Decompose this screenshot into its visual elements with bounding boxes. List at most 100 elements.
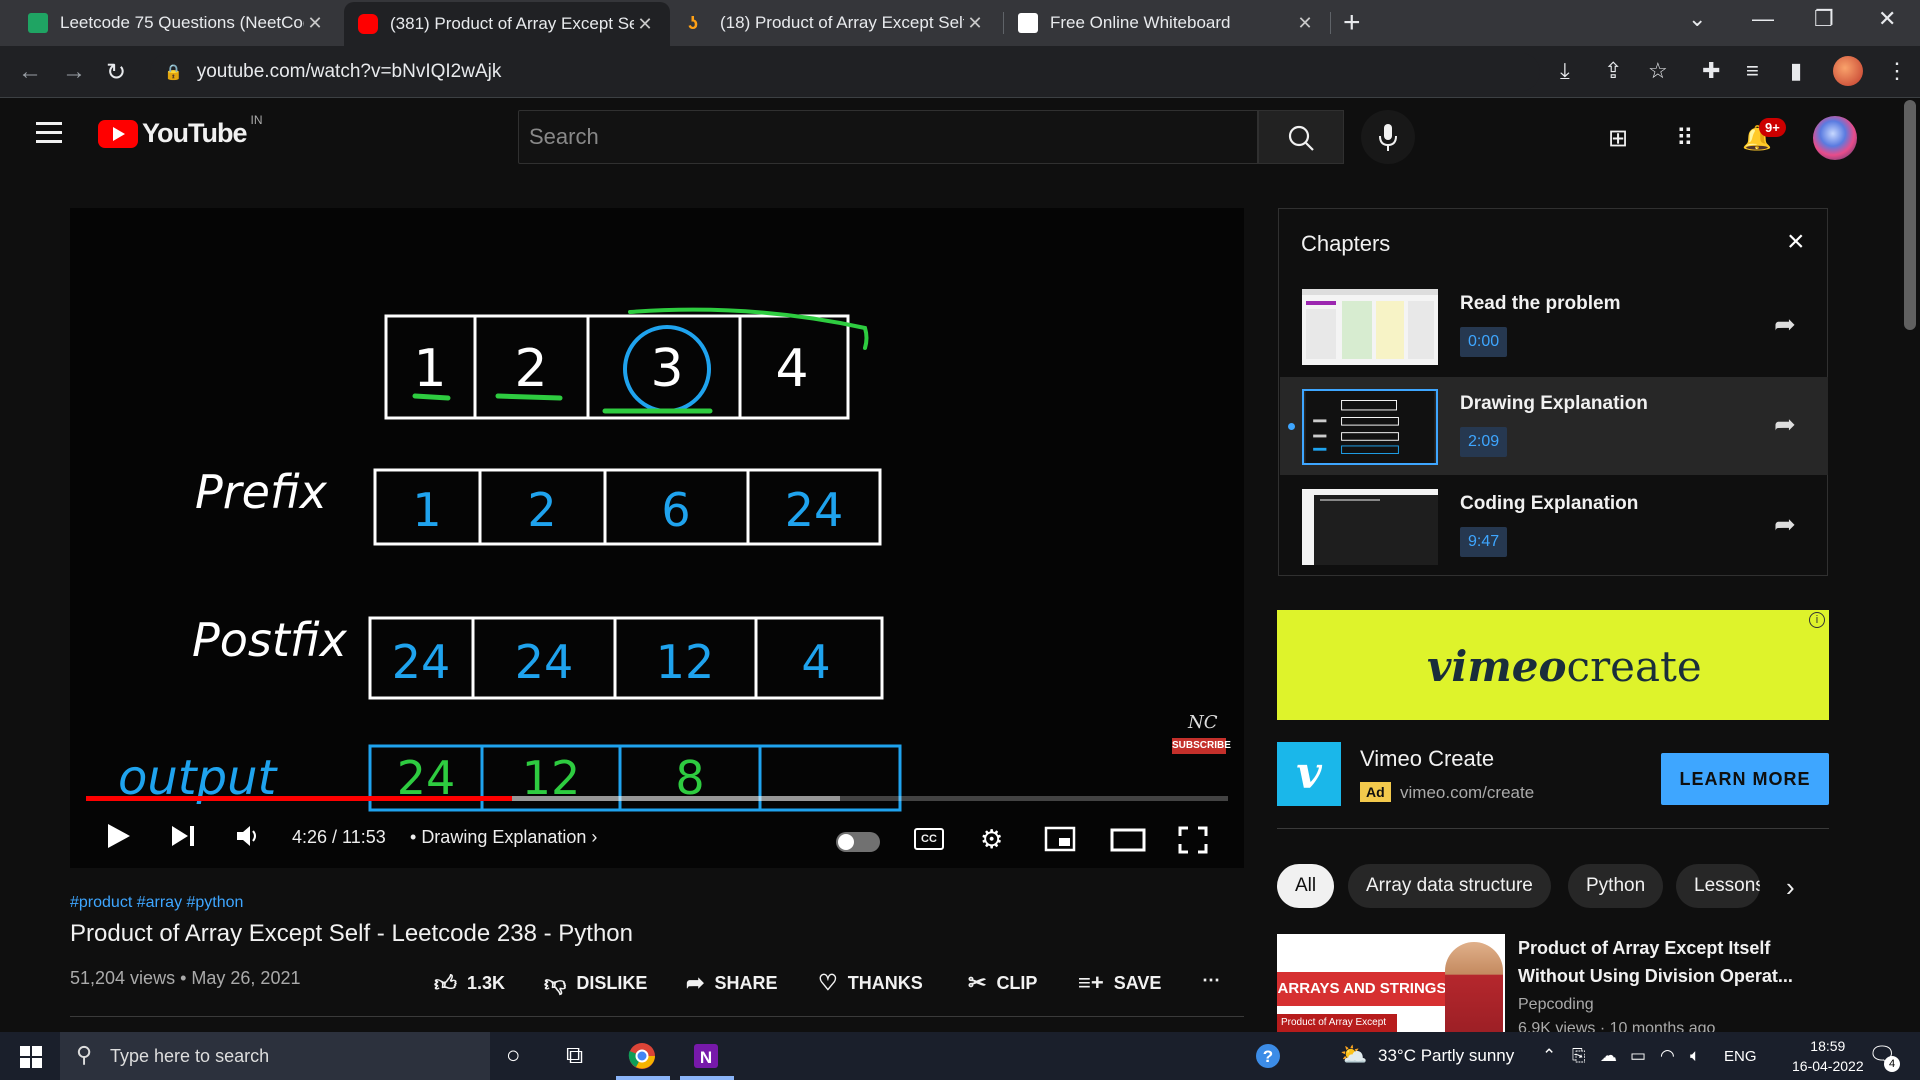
chapter-item-active[interactable]: Drawing Explanation 2:09 ➦ — [1280, 377, 1828, 475]
close-tab-icon[interactable]: ✕ — [1294, 13, 1316, 34]
svg-text:N: N — [700, 1048, 712, 1067]
tab-search-icon[interactable]: ⌄ — [1688, 6, 1706, 32]
weather-text[interactable]: 33°C Partly sunny — [1378, 1046, 1514, 1066]
share-icon[interactable]: ➦ — [1774, 309, 1796, 340]
fullscreen-icon[interactable] — [1178, 826, 1208, 861]
share-button[interactable]: ➦ SHARE — [686, 970, 777, 996]
help-icon[interactable]: ? — [1254, 1042, 1282, 1077]
learn-more-button[interactable]: LEARN MORE — [1661, 753, 1829, 805]
chapter-timestamp[interactable]: 2:09 — [1460, 427, 1508, 457]
forward-icon[interactable]: → — [62, 58, 86, 86]
subtitles-icon[interactable]: CC — [914, 828, 944, 850]
close-tab-icon[interactable]: ✕ — [304, 13, 326, 34]
create-video-icon[interactable]: ⊞ — [1608, 124, 1628, 153]
side-panel-icon[interactable]: ▮ — [1790, 58, 1802, 84]
browser-tab-youtube[interactable]: (381) Product of Array Except Sel ✕ — [344, 2, 670, 46]
windows-start-icon[interactable] — [20, 1046, 42, 1068]
share-icon[interactable]: ➦ — [1774, 509, 1796, 540]
reload-icon[interactable]: ↻ — [106, 58, 126, 87]
browser-tab-leetcode-sheet[interactable]: Leetcode 75 Questions (NeetCod ✕ — [14, 0, 340, 46]
ad-title[interactable]: Vimeo Create — [1360, 746, 1494, 772]
close-tab-icon[interactable]: ✕ — [634, 14, 656, 35]
like-button[interactable]: 👍︎ 1.3K — [434, 970, 505, 997]
dislike-button[interactable]: 👎︎ DISLIKE — [544, 970, 647, 997]
wifi-icon[interactable]: ◠ — [1660, 1046, 1675, 1066]
chip-python[interactable]: Python — [1568, 864, 1664, 908]
ad-banner[interactable]: vimeocreate i — [1277, 610, 1829, 720]
extensions-icon[interactable]: ✚ — [1702, 58, 1720, 84]
onenote-taskbar-icon[interactable]: N — [692, 1042, 720, 1077]
task-view-icon[interactable]: ⧉ — [566, 1042, 583, 1070]
volume-icon[interactable] — [234, 822, 262, 857]
prefix-value: 24 — [785, 483, 844, 537]
chapter-title-button[interactable]: • Drawing Explanation › — [410, 827, 597, 848]
search-button[interactable] — [1258, 110, 1344, 164]
share-icon[interactable]: ➦ — [1774, 409, 1796, 440]
account-avatar[interactable] — [1813, 116, 1857, 160]
browser-tab-leetcode[interactable]: ʖ (18) Product of Array Except Self ✕ — [674, 0, 1000, 46]
progress-bar[interactable] — [86, 796, 1228, 801]
chapter-name: Coding Explanation — [1460, 493, 1639, 514]
settings-gear-icon[interactable]: ⚙ — [980, 824, 1003, 855]
play-icon[interactable] — [106, 822, 132, 857]
svg-text:?: ? — [1263, 1047, 1273, 1066]
browser-menu-icon[interactable]: ⋮ — [1886, 58, 1908, 84]
media-controls-icon[interactable]: ≡ — [1746, 58, 1759, 84]
next-video-icon[interactable] — [170, 822, 196, 857]
browser-profile-avatar[interactable] — [1833, 56, 1863, 86]
install-icon[interactable]: ⤓ — [1560, 58, 1570, 84]
chapter-timestamp[interactable]: 9:47 — [1460, 527, 1508, 557]
search-input[interactable]: Search — [518, 110, 1258, 164]
back-icon[interactable]: ← — [18, 58, 42, 86]
chrome-taskbar-icon[interactable] — [628, 1042, 656, 1077]
system-clock[interactable]: 18:59 16-04-2022 — [1792, 1036, 1864, 1076]
cortana-icon[interactable]: ○ — [506, 1042, 521, 1070]
vimeo-logo-icon[interactable]: v — [1277, 742, 1341, 806]
chip-array-data-structure[interactable]: Array data structure — [1348, 864, 1551, 908]
theater-mode-icon[interactable] — [1110, 828, 1146, 859]
ad-info-icon[interactable]: i — [1809, 612, 1825, 628]
page-scrollbar[interactable] — [1904, 100, 1916, 330]
thanks-button[interactable]: ♡ THANKS — [818, 970, 923, 996]
chapter-timestamp[interactable]: 0:00 — [1460, 327, 1508, 357]
show-hidden-icons-icon[interactable]: ⌃ — [1542, 1046, 1556, 1066]
video-hashtags[interactable]: #product #array #python — [70, 894, 243, 912]
youtube-logo[interactable]: YouTube IN — [98, 113, 262, 149]
chevron-right-icon[interactable]: › — [1786, 872, 1795, 903]
onedrive-cloud-icon[interactable]: ☁ — [1600, 1046, 1617, 1066]
recommended-channel[interactable]: Pepcoding — [1518, 996, 1594, 1014]
chip-lessons[interactable]: Lessons — [1676, 864, 1760, 908]
battery-icon[interactable]: ▭ — [1630, 1046, 1646, 1066]
menu-hamburger-icon[interactable] — [36, 122, 62, 149]
save-button[interactable]: ≡+ SAVE — [1078, 970, 1161, 996]
restore-icon[interactable]: ❐ — [1814, 6, 1834, 32]
address-bar[interactable]: 🔒 youtube.com/watch?v=bNvIQI2wAjk — [150, 53, 1540, 91]
taskbar-search-box[interactable]: ⚲ Type here to search — [60, 1032, 490, 1080]
close-tab-icon[interactable]: ✕ — [964, 13, 986, 34]
like-count: 1.3K — [467, 973, 506, 993]
share-page-icon[interactable]: ⇪ — [1604, 58, 1622, 84]
recommended-title[interactable]: Product of Array Except Itself Without U… — [1518, 934, 1818, 990]
chapter-item[interactable]: Coding Explanation 9:47 ➦ — [1280, 477, 1828, 575]
chip-all[interactable]: All — [1277, 864, 1335, 908]
chapter-item[interactable]: Read the problem 0:00 ➦ — [1280, 277, 1828, 375]
recommended-thumbnail[interactable]: ARRAYS AND STRINGS Product of Array Exce… — [1277, 934, 1505, 1034]
bookmark-star-icon[interactable]: ☆ — [1648, 58, 1668, 84]
clip-button[interactable]: ✂ CLIP — [968, 970, 1037, 996]
miniplayer-icon[interactable] — [1044, 826, 1076, 859]
apps-grid-icon[interactable]: ⠿ — [1676, 124, 1694, 153]
channel-watermark[interactable]: NC — [1188, 712, 1218, 733]
browser-tab-whiteboard[interactable]: Free Online Whiteboard ✕ — [1004, 0, 1330, 46]
subscribe-watermark[interactable]: SUBSCRIBE — [1172, 738, 1231, 754]
minimize-icon[interactable]: — — [1752, 6, 1774, 32]
voice-search-button[interactable] — [1361, 110, 1415, 164]
speaker-icon[interactable]: 🔈︎ — [1690, 1046, 1700, 1066]
autoplay-toggle[interactable] — [836, 832, 880, 852]
new-tab-icon[interactable]: + — [1343, 6, 1361, 40]
language-indicator[interactable]: ENG — [1724, 1048, 1757, 1065]
video-player[interactable]: 1 2 3 4 Prefix 1 2 6 24 Postfix 24 24 12… — [70, 208, 1244, 868]
close-window-icon[interactable]: ✕ — [1878, 6, 1896, 32]
more-actions-icon[interactable]: ⋯ — [1202, 970, 1220, 991]
meet-now-icon[interactable]: ⎘ — [1572, 1046, 1586, 1066]
close-icon[interactable]: × — [1787, 225, 1805, 259]
